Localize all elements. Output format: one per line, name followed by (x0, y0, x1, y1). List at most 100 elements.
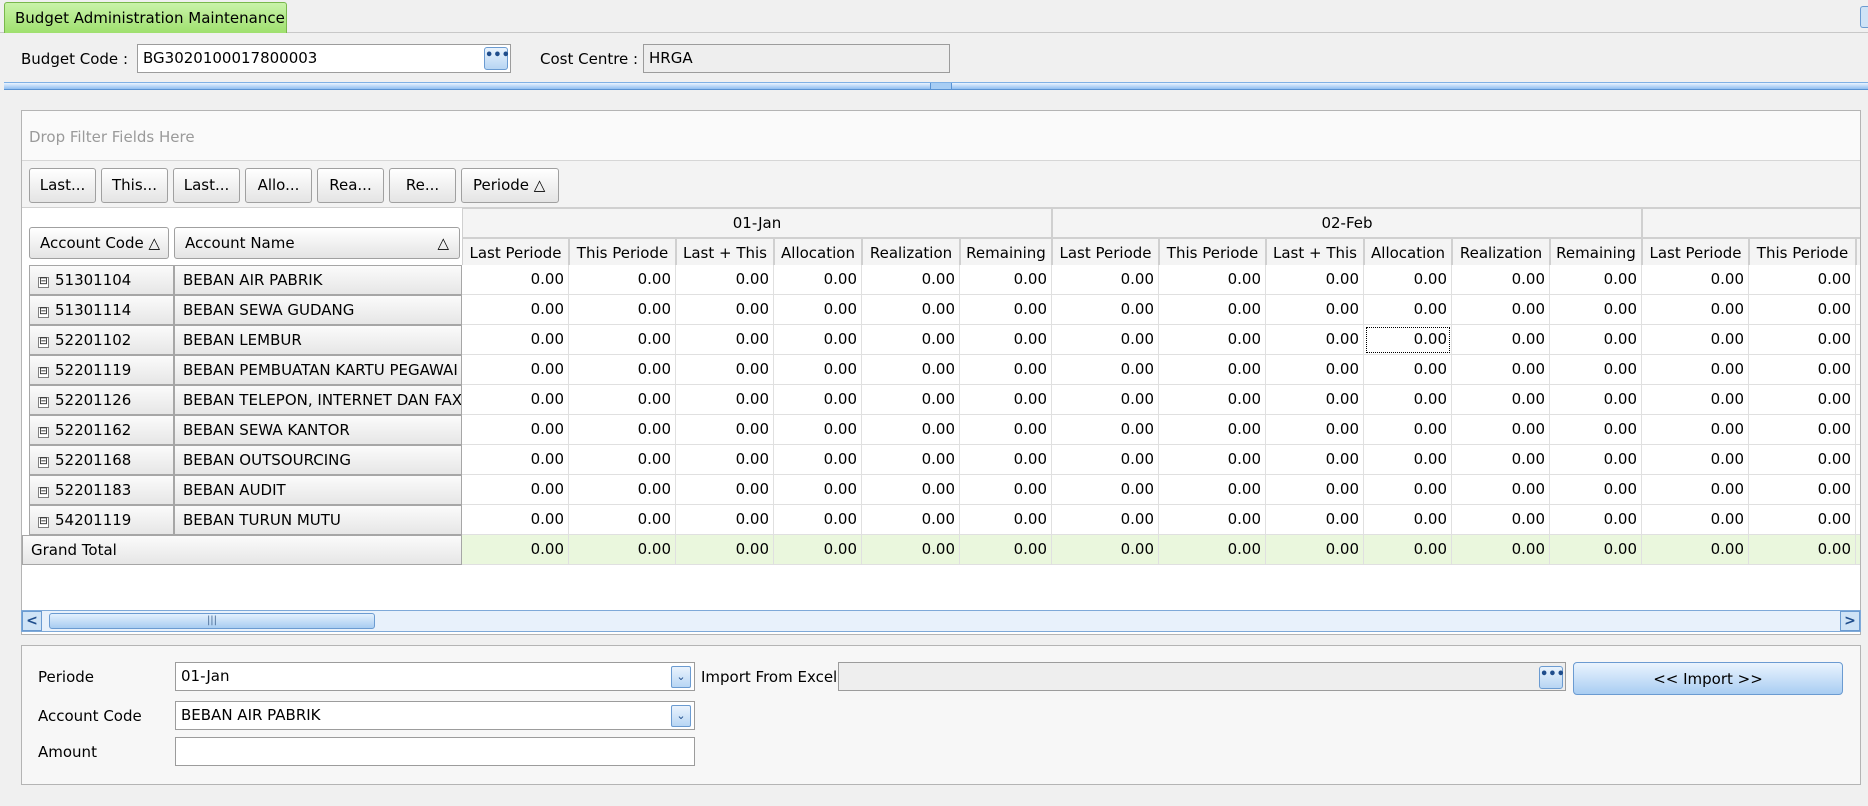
data-cell[interactable]: 0.00 (1266, 325, 1364, 355)
data-cell[interactable]: 0.00 (1159, 325, 1266, 355)
account-code-cell[interactable]: ⊟ 51301114 (29, 295, 174, 325)
data-cell[interactable]: 0.00 (862, 385, 960, 415)
data-cell[interactable]: 0.00 (862, 445, 960, 475)
data-field-button[interactable]: Rea... (317, 168, 384, 203)
data-field-button[interactable]: Last... (173, 168, 240, 203)
data-cell[interactable]: 0.00 (1550, 445, 1642, 475)
account-code-cell[interactable]: ⊟ 52201102 (29, 325, 174, 355)
data-cell[interactable]: 0.00 (1452, 265, 1550, 295)
import-button[interactable]: << Import >> (1573, 662, 1843, 695)
data-cell[interactable]: 0.00 (569, 355, 676, 385)
collapse-icon[interactable]: ⊟ (38, 457, 49, 468)
data-cell[interactable]: 0.00 (774, 475, 862, 505)
measure-header[interactable]: Remaining (1550, 238, 1642, 268)
collapse-icon[interactable]: ⊟ (38, 397, 49, 408)
data-cell[interactable]: 0.00 (1749, 475, 1856, 505)
window-corner-button[interactable] (1860, 6, 1868, 28)
data-cell[interactable]: 0.00 (1856, 445, 1860, 475)
data-cell[interactable]: 0.00 (1550, 295, 1642, 325)
account-code-cell[interactable]: ⊟ 52201162 (29, 415, 174, 445)
data-cell[interactable]: 0.00 (960, 325, 1052, 355)
scroll-left-arrow-icon[interactable]: < (22, 611, 42, 631)
data-cell[interactable]: 0.00 (1364, 475, 1452, 505)
account-name-cell[interactable]: BEBAN AIR PABRIK (174, 265, 462, 295)
data-cell[interactable]: 0.00 (569, 475, 676, 505)
data-cell[interactable]: 0.00 (1452, 505, 1550, 535)
account-name-cell[interactable]: BEBAN SEWA KANTOR (174, 415, 462, 445)
measure-header[interactable]: Last + This (1856, 238, 1860, 268)
data-cell[interactable]: 0.00 (862, 355, 960, 385)
data-cell[interactable]: 0.00 (569, 325, 676, 355)
data-cell[interactable]: 0.00 (1159, 265, 1266, 295)
data-cell[interactable]: 0.00 (1550, 505, 1642, 535)
data-cell[interactable]: 0.00 (1642, 325, 1749, 355)
data-cell[interactable]: 0.00 (1550, 385, 1642, 415)
data-cell[interactable]: 0.00 (960, 295, 1052, 325)
data-cell[interactable]: 0.00 (1159, 415, 1266, 445)
data-cell[interactable]: 0.00 (960, 475, 1052, 505)
data-cell[interactable]: 0.00 (1749, 445, 1856, 475)
data-cell[interactable]: 0.00 (462, 505, 569, 535)
period-header[interactable]: 02-Feb (1052, 208, 1642, 238)
collapse-icon[interactable]: ⊟ (38, 367, 49, 378)
data-cell[interactable]: 0.00 (960, 415, 1052, 445)
data-cell[interactable]: 0.00 (1749, 385, 1856, 415)
data-cell[interactable]: 0.00 (1642, 505, 1749, 535)
data-cell[interactable]: 0.00 (1052, 505, 1159, 535)
horizontal-scrollbar[interactable]: < ||| > (21, 610, 1861, 632)
data-cell[interactable]: 0.00 (774, 265, 862, 295)
measure-header[interactable]: Last + This (1266, 238, 1364, 268)
account-code-cell[interactable]: ⊟ 51301104 (29, 265, 174, 295)
measure-header[interactable]: This Periode (1159, 238, 1266, 268)
data-cell[interactable]: 0.00 (1364, 415, 1452, 445)
data-cell[interactable]: 0.00 (1749, 505, 1856, 535)
data-cell[interactable]: 0.00 (569, 385, 676, 415)
collapse-icon[interactable]: ⊟ (38, 517, 49, 528)
data-cell[interactable]: 0.00 (1856, 385, 1860, 415)
account-name-cell[interactable]: BEBAN PEMBUATAN KARTU PEGAWAI (174, 355, 462, 385)
account-code-cell[interactable]: ⊟ 52201119 (29, 355, 174, 385)
data-cell[interactable]: 0.00 (1364, 385, 1452, 415)
data-cell[interactable]: 0.00 (1452, 385, 1550, 415)
measure-header[interactable]: Realization (1452, 238, 1550, 268)
data-cell[interactable]: 0.00 (676, 415, 774, 445)
measure-header[interactable]: Allocation (774, 238, 862, 268)
data-cell[interactable]: 0.00 (462, 475, 569, 505)
data-cell[interactable]: 0.00 (569, 445, 676, 475)
data-cell[interactable]: 0.00 (676, 325, 774, 355)
filter-drop-area[interactable]: Drop Filter Fields Here (22, 111, 1860, 161)
data-cell[interactable]: 0.00 (1364, 505, 1452, 535)
data-field-button[interactable]: This... (101, 168, 168, 203)
measure-header[interactable]: Allocation (1364, 238, 1452, 268)
data-cell[interactable]: 0.00 (960, 385, 1052, 415)
account-name-cell[interactable]: BEBAN TURUN MUTU (174, 505, 462, 535)
data-cell[interactable]: 0.00 (1452, 325, 1550, 355)
data-cell[interactable]: 0.00 (774, 325, 862, 355)
data-cell[interactable]: 0.00 (1642, 445, 1749, 475)
data-cell[interactable]: 0.00 (1642, 265, 1749, 295)
collapse-icon[interactable]: ⊟ (38, 487, 49, 498)
data-cell[interactable]: 0.00 (1642, 295, 1749, 325)
budget-code-field[interactable]: BG3020100017800003 (137, 44, 511, 73)
splitter-grip[interactable] (930, 83, 952, 89)
data-cell[interactable]: 0.00 (862, 475, 960, 505)
data-cell[interactable]: 0.00 (774, 445, 862, 475)
data-cell[interactable]: 0.00 (774, 385, 862, 415)
data-cell[interactable]: 0.00 (569, 415, 676, 445)
data-cell[interactable]: 0.00 (960, 265, 1052, 295)
amount-input[interactable] (175, 737, 695, 766)
data-cell[interactable]: 0.00 (774, 295, 862, 325)
data-cell[interactable]: 0.00 (1159, 295, 1266, 325)
data-cell[interactable]: 0.00 (1266, 295, 1364, 325)
data-cell[interactable]: 0.00 (569, 265, 676, 295)
data-cell[interactable]: 0.00 (1159, 445, 1266, 475)
tab-budget-administration[interactable]: Budget Administration Maintenance (4, 2, 287, 33)
account-name-cell[interactable]: BEBAN SEWA GUDANG (174, 295, 462, 325)
data-cell[interactable]: 0.00 (1159, 355, 1266, 385)
data-cell[interactable]: 0.00 (1052, 355, 1159, 385)
data-cell[interactable]: 0.00 (1550, 415, 1642, 445)
data-cell[interactable]: 0.00 (1550, 325, 1642, 355)
period-header[interactable]: 03-Mei (1642, 208, 1860, 238)
data-cell[interactable]: 0.00 (1266, 475, 1364, 505)
account-code-cell[interactable]: ⊟ 52201168 (29, 445, 174, 475)
